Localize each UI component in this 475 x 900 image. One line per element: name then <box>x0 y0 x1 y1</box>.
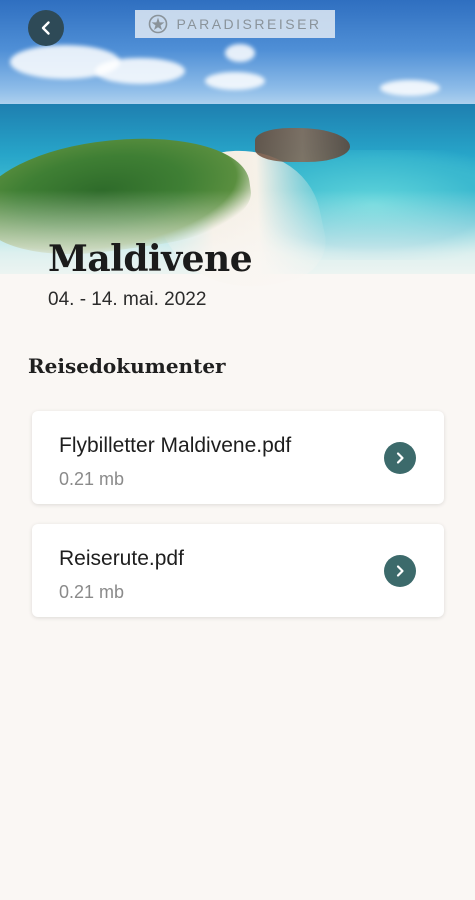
chevron-right-icon <box>396 452 404 464</box>
document-name: Reiserute.pdf <box>59 547 184 570</box>
document-name: Flybilletter Maldivene.pdf <box>59 434 292 457</box>
trip-dates: 04. - 14. mai. 2022 <box>48 289 207 310</box>
brand-name: PARADISREISER <box>176 16 322 32</box>
open-document-button[interactable] <box>384 555 416 587</box>
water-villas <box>255 128 350 162</box>
cloud <box>225 44 255 62</box>
cloud <box>380 80 440 96</box>
back-button[interactable] <box>28 10 64 46</box>
hero-image <box>0 0 475 330</box>
destination-title: Maldivene <box>48 238 253 280</box>
compass-star-icon <box>149 14 168 34</box>
document-card[interactable]: Reiserute.pdf 0.21 mb <box>32 524 444 617</box>
document-size: 0.21 mb <box>59 469 125 489</box>
cloud <box>95 58 185 84</box>
chevron-right-icon <box>396 565 404 577</box>
document-size: 0.21 mb <box>59 582 125 602</box>
section-title: Reisedokumenter <box>28 354 226 378</box>
chevron-left-icon <box>41 21 50 35</box>
open-document-button[interactable] <box>384 442 416 474</box>
cloud <box>205 72 265 90</box>
brand-logo: PARADISREISER <box>135 10 335 38</box>
document-card[interactable]: Flybilletter Maldivene.pdf 0.21 mb <box>32 411 444 504</box>
